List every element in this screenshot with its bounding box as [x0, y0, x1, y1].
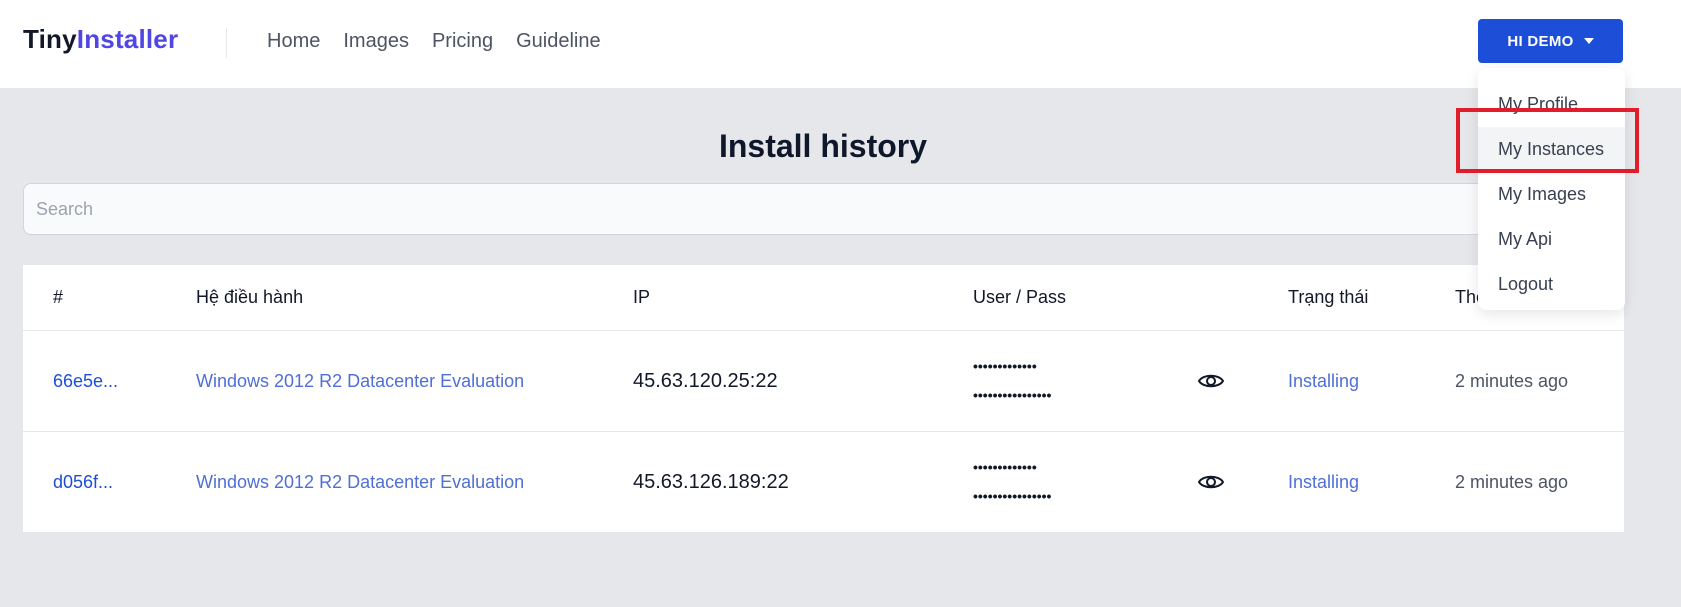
menu-item-my-images[interactable]: My Images — [1478, 172, 1625, 217]
nav-divider — [226, 28, 227, 58]
pass-masked: •••••••••••••••• — [973, 387, 1052, 403]
top-navbar: Tiny Installer Home Images Pricing Guidel… — [0, 0, 1681, 88]
caret-down-icon — [1583, 38, 1594, 44]
status-link[interactable]: Installing — [1288, 371, 1359, 392]
credentials-masked: ••••••••••••• •••••••••••••••• — [973, 331, 1051, 431]
nav-images[interactable]: Images — [343, 28, 409, 54]
user-masked: ••••••••••••• — [973, 358, 1037, 374]
user-dropdown-menu: My Profile My Instances My Images My Api… — [1478, 68, 1625, 310]
instance-id-link[interactable]: d056f... — [53, 472, 113, 493]
table-header-row: # Hệ điều hành IP User / Pass Trạng thái… — [23, 265, 1624, 331]
install-history-table: # Hệ điều hành IP User / Pass Trạng thái… — [23, 265, 1624, 532]
user-menu-button[interactable]: HI DEMO — [1478, 19, 1623, 63]
menu-item-my-api[interactable]: My Api — [1478, 217, 1625, 262]
col-header-id: # — [53, 287, 64, 307]
user-menu-label: HI DEMO — [1507, 32, 1574, 50]
pass-masked: •••••••••••••••• — [973, 488, 1052, 504]
table-row: d056f... Windows 2012 R2 Datacenter Eval… — [23, 432, 1624, 532]
menu-item-my-profile[interactable]: My Profile — [1478, 82, 1625, 127]
col-header-ip: IP — [633, 287, 651, 307]
menu-item-my-instances[interactable]: My Instances — [1478, 127, 1625, 172]
main-nav: Home Images Pricing Guideline — [267, 28, 624, 54]
os-link[interactable]: Windows 2012 R2 Datacenter Evaluation — [196, 472, 524, 493]
brand-logo-part1: Tiny — [23, 24, 77, 54]
status-link[interactable]: Installing — [1288, 472, 1359, 493]
eye-icon[interactable] — [1197, 432, 1225, 532]
nav-pricing[interactable]: Pricing — [432, 28, 493, 54]
col-header-os: Hệ điều hành — [196, 287, 304, 307]
nav-guideline[interactable]: Guideline — [516, 28, 601, 54]
user-masked: ••••••••••••• — [973, 459, 1037, 475]
brand-logo[interactable]: Tiny Installer — [23, 24, 178, 55]
time-ago: 2 minutes ago — [1455, 471, 1569, 492]
ip-value: 45.63.126.189:22 — [633, 470, 789, 493]
eye-icon[interactable] — [1197, 331, 1225, 431]
instance-id-link[interactable]: 66e5e... — [53, 371, 118, 392]
col-header-status: Trạng thái — [1288, 287, 1369, 307]
ip-value: 45.63.120.25:22 — [633, 369, 778, 392]
time-ago: 2 minutes ago — [1455, 370, 1569, 391]
col-header-user-pass: User / Pass — [973, 287, 1067, 307]
os-link[interactable]: Windows 2012 R2 Datacenter Evaluation — [196, 371, 524, 392]
menu-item-logout[interactable]: Logout — [1478, 262, 1625, 307]
credentials-masked: ••••••••••••• •••••••••••••••• — [973, 432, 1051, 532]
page-title: Install history — [718, 128, 928, 164]
table-row: 66e5e... Windows 2012 R2 Datacenter Eval… — [23, 331, 1624, 432]
search-input[interactable] — [23, 183, 1623, 235]
nav-home[interactable]: Home — [267, 28, 320, 54]
brand-logo-part2: Installer — [76, 24, 179, 54]
